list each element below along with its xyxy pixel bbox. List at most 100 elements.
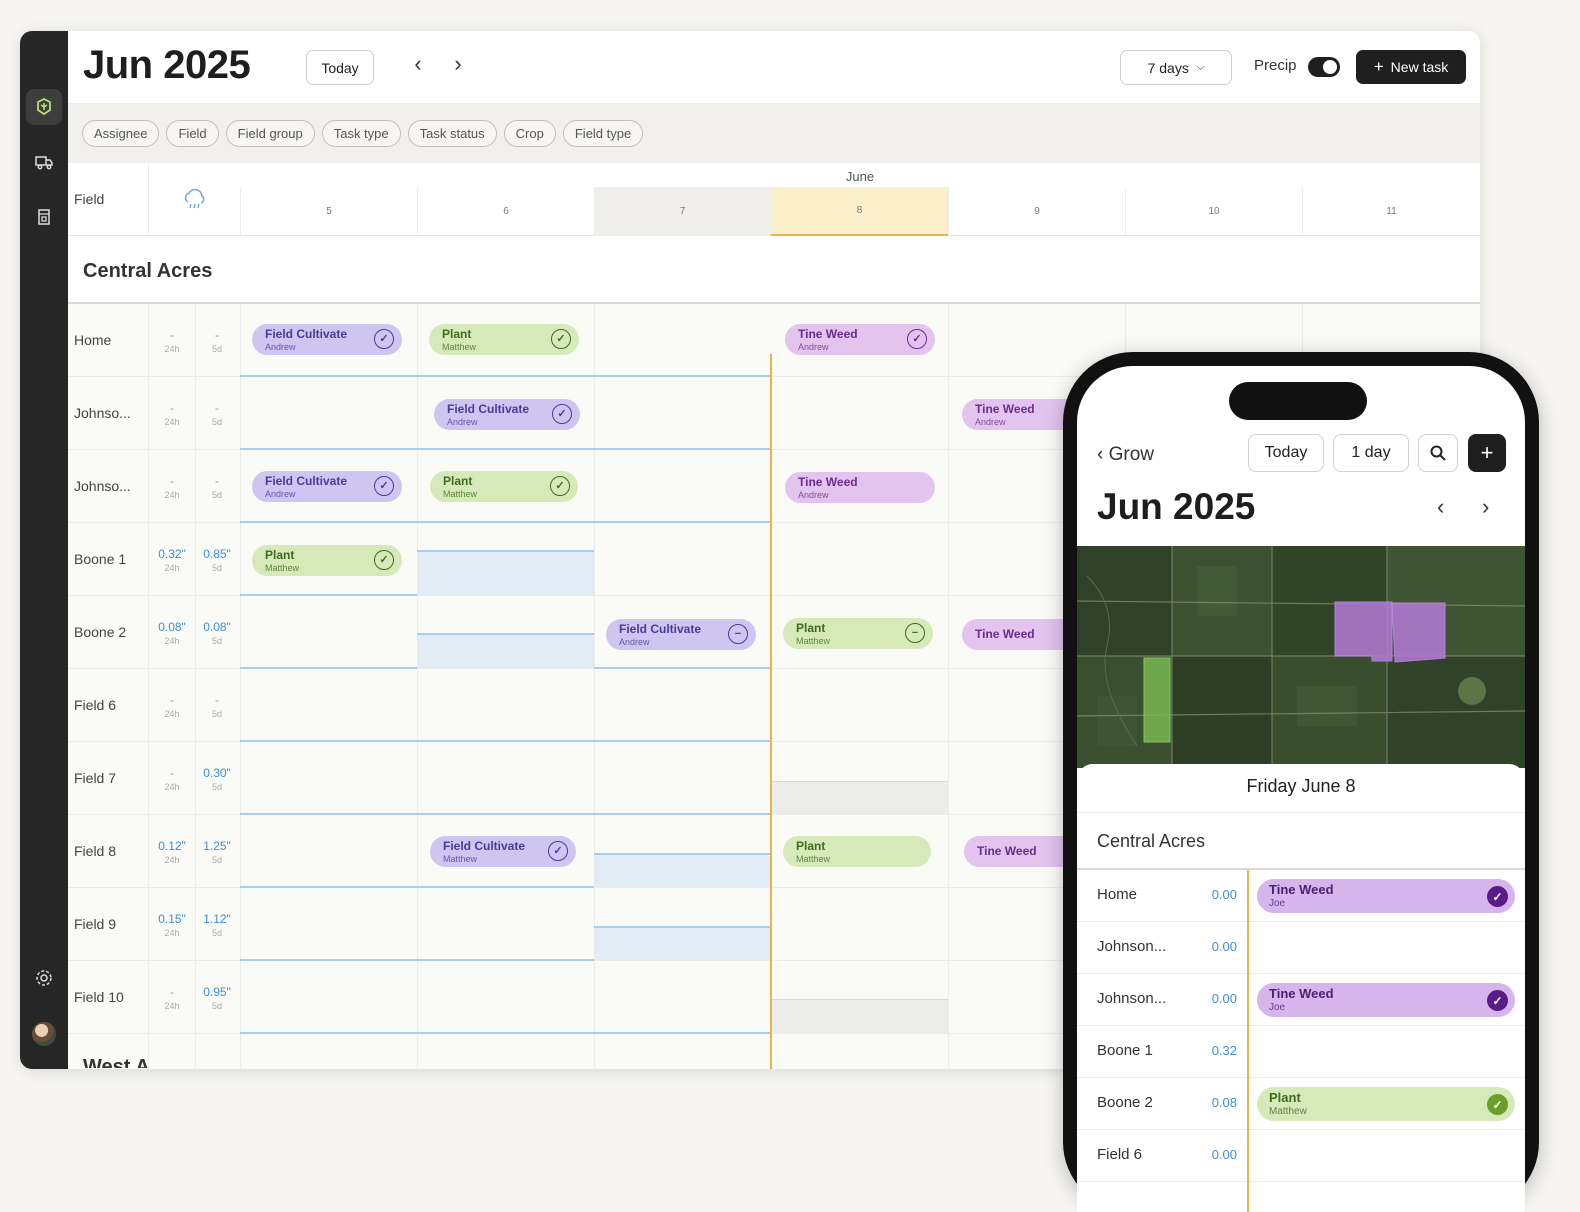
check-circle-icon[interactable]: ✓ — [374, 550, 394, 570]
prev-week-icon[interactable]: ‹ — [408, 53, 428, 75]
minus-circle-icon[interactable]: − — [905, 623, 925, 643]
phone-range-button[interactable]: 1 day — [1333, 434, 1409, 472]
phone-field-row[interactable]: Johnson... 0.00 — [1077, 922, 1525, 974]
precip-fill — [594, 926, 770, 960]
precip-24h-value: - — [170, 766, 174, 780]
phone-field-group-label: Central Acres — [1097, 831, 1206, 851]
sidebar-item-logistics[interactable] — [26, 144, 62, 180]
phone-today-button[interactable]: Today — [1248, 434, 1324, 472]
precip-line — [240, 740, 770, 742]
task-chip[interactable]: Field Cultivate Matthew ✓ — [430, 836, 576, 867]
new-task-button[interactable]: + New task — [1356, 50, 1466, 84]
filter-chip-field-group[interactable]: Field group — [225, 119, 315, 147]
task-chip[interactable]: Plant Matthew − — [783, 618, 933, 649]
calendar-header: Jun 2025 Today ‹ › 7 days ⌵ Precip + New… — [68, 31, 1480, 103]
check-circle-icon[interactable]: ✓ — [374, 329, 394, 349]
precip-line — [240, 886, 594, 888]
task-assignee: Matthew — [443, 489, 478, 499]
precip-24h-value: - — [170, 401, 174, 415]
task-chip[interactable]: Plant Matthew ✓ — [252, 545, 402, 576]
precip-line — [240, 448, 770, 450]
filter-chip-task-type[interactable]: Task type — [321, 119, 401, 147]
chevron-right-icon[interactable]: › — [1482, 494, 1489, 520]
range-select[interactable]: 7 days ⌵ — [1120, 50, 1232, 85]
task-chip[interactable]: Plant Matthew — [783, 836, 931, 867]
today-button[interactable]: Today — [306, 50, 374, 85]
precip-24h-value: - — [170, 693, 174, 707]
phone-field-group-row[interactable]: Central Acres — [1077, 812, 1525, 870]
precip-5d-unit: 5d — [211, 563, 222, 573]
check-circle-icon[interactable]: ✓ — [1487, 1094, 1508, 1115]
phone-add-button[interactable]: + — [1468, 434, 1506, 472]
filter-chip-field-type[interactable]: Field type — [562, 119, 644, 147]
back-button[interactable]: ‹ Grow — [1097, 444, 1154, 466]
minus-circle-icon[interactable]: − — [728, 624, 748, 644]
task-chip[interactable]: Field Cultivate Andrew ✓ — [252, 324, 402, 355]
phone-task-chip[interactable]: Tine Weed Joe ✓ — [1257, 879, 1515, 913]
sidebar-item-grow[interactable] — [26, 89, 62, 125]
day-header: 11 — [1302, 187, 1480, 236]
selected-date: Friday June 8 — [1246, 776, 1356, 796]
task-chip[interactable]: Plant Matthew ✓ — [430, 471, 578, 502]
precip-24h-unit: 24h — [164, 855, 180, 865]
task-label: Field Cultivate — [265, 327, 348, 341]
precip-24h-unit: 24h — [164, 563, 180, 573]
precip-24h-unit: 24h — [164, 1001, 180, 1011]
phone-task-chip[interactable]: Tine Weed Joe ✓ — [1257, 983, 1515, 1017]
task-assignee: Matthew — [265, 563, 300, 573]
filter-chip-task-status[interactable]: Task status — [407, 119, 497, 147]
task-chip[interactable]: Plant Matthew ✓ — [429, 324, 579, 355]
precip-5d: 0.85" 5d — [195, 547, 239, 573]
precip-5d-value: 0.08" — [203, 620, 231, 634]
phone-precip-value: 0.00 — [1211, 991, 1237, 1006]
sidebar-rail — [20, 31, 68, 1069]
satellite-map[interactable] — [1077, 546, 1525, 768]
task-chip[interactable]: Field Cultivate Andrew − — [606, 619, 756, 650]
check-circle-icon[interactable]: ✓ — [548, 841, 568, 861]
check-circle-icon[interactable]: ✓ — [550, 476, 570, 496]
task-chip[interactable]: Field Cultivate Andrew ✓ — [434, 399, 580, 430]
phone-field-row[interactable]: Home 0.00 Tine Weed Joe ✓ — [1077, 870, 1525, 922]
task-assignee: Andrew — [619, 637, 650, 647]
month-label: June — [845, 169, 875, 184]
task-chip[interactable]: Tine Weed Andrew — [785, 472, 935, 503]
phone-precip-value: 0.00 — [1211, 939, 1237, 954]
check-circle-icon[interactable]: ✓ — [1487, 886, 1508, 907]
search-icon — [1430, 445, 1446, 461]
precip-line — [594, 667, 770, 669]
check-circle-icon[interactable]: ✓ — [374, 476, 394, 496]
precip-5d-unit: 5d — [211, 1001, 222, 1011]
filter-chip-crop[interactable]: Crop — [503, 119, 556, 147]
phone-field-row[interactable]: Johnson... 0.00 Tine Weed Joe ✓ — [1077, 974, 1525, 1026]
filter-chip-assignee[interactable]: Assignee — [82, 119, 160, 147]
phone-field-row[interactable]: Boone 2 0.08 Plant Matthew ✓ — [1077, 1078, 1525, 1130]
precip-toggle[interactable] — [1308, 57, 1340, 77]
check-circle-icon[interactable]: ✓ — [907, 329, 927, 349]
task-chip[interactable]: Tine Weed Andrew ✓ — [785, 324, 935, 355]
field-group-row[interactable]: Central Acres — [68, 236, 1480, 304]
check-circle-icon[interactable]: ✓ — [1487, 990, 1508, 1011]
phone-search-button[interactable] — [1418, 434, 1458, 472]
day-sheet: Friday June 8 Central Acres Home 0.00 Ti… — [1077, 764, 1525, 1212]
precip-24h-unit: 24h — [164, 928, 180, 938]
precip-24h: - 24h — [150, 766, 194, 792]
phone-field-row[interactable]: Field 6 0.00 — [1077, 1130, 1525, 1182]
chevron-left-icon[interactable]: ‹ — [1437, 494, 1444, 520]
task-assignee: Andrew — [798, 490, 829, 500]
next-week-icon[interactable]: › — [448, 53, 468, 75]
task-assignee: Andrew — [265, 489, 296, 499]
phone-task-chip[interactable]: Plant Matthew ✓ — [1257, 1087, 1515, 1121]
check-circle-icon[interactable]: ✓ — [552, 404, 572, 424]
check-circle-icon[interactable]: ✓ — [551, 329, 571, 349]
task-chip[interactable]: Field Cultivate Andrew ✓ — [252, 471, 402, 502]
phone-field-row[interactable]: Boone 1 0.32 — [1077, 1026, 1525, 1078]
avatar[interactable] — [32, 1022, 56, 1046]
precip-5d: - 5d — [195, 328, 239, 354]
precip-column-header — [148, 163, 238, 236]
filter-chip-field[interactable]: Field — [166, 119, 219, 147]
task-label: Tine Weed — [975, 402, 1035, 416]
day-header: 10 — [1125, 187, 1302, 236]
sidebar-item-storage[interactable] — [26, 199, 62, 235]
sidebar-item-settings[interactable] — [26, 960, 62, 996]
precip-fill — [417, 633, 594, 668]
